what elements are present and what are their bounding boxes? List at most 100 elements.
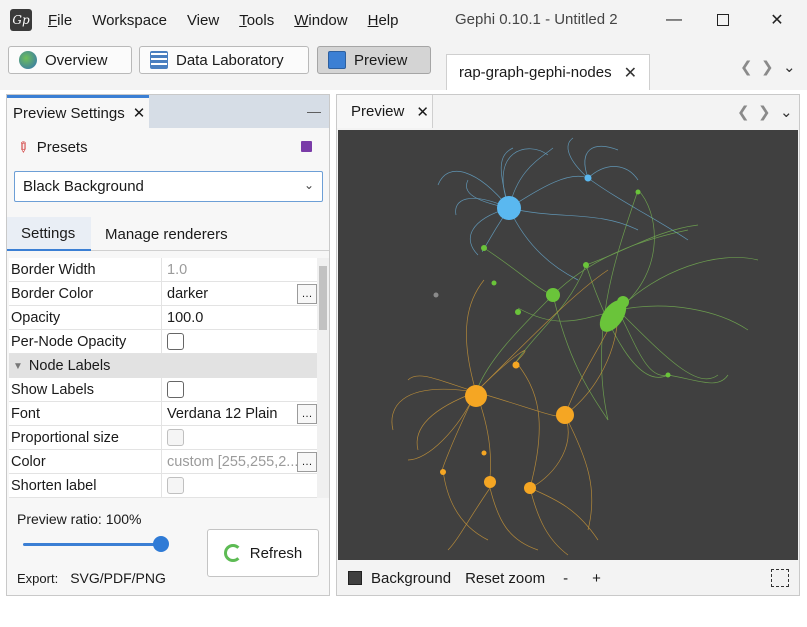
graph-node <box>491 280 497 286</box>
menu-window[interactable]: Window <box>294 12 347 29</box>
tab-settings[interactable]: Settings <box>7 217 91 251</box>
maximize-icon <box>717 14 729 26</box>
table-icon <box>150 51 168 69</box>
menu-workspace[interactable]: Workspace <box>92 12 167 29</box>
save-icon[interactable] <box>301 141 312 152</box>
tab-preview-settings[interactable]: Preview Settings ✕ <box>7 95 149 128</box>
network-graph <box>391 137 759 556</box>
chevron-right-icon[interactable]: ❯ <box>758 103 771 121</box>
settings-sub-tabs: Settings Manage renderers <box>7 217 329 251</box>
prop-opacity: Opacity 100.0 <box>9 306 317 330</box>
monitor-icon <box>328 51 346 69</box>
edges-blue <box>437 137 689 281</box>
color-value[interactable]: custom [255,255,2...… <box>162 450 317 473</box>
minimize-panel-button[interactable]: — <box>307 103 321 119</box>
property-scrollbar[interactable] <box>317 258 329 498</box>
close-window-button[interactable]: ✕ <box>754 6 800 34</box>
graph-node <box>484 476 496 488</box>
export-row: Export: SVG/PDF/PNG <box>17 570 166 586</box>
color-edit-button[interactable]: … <box>297 452 317 472</box>
scrollbar-thumb[interactable] <box>319 266 327 330</box>
per-node-opacity-checkbox[interactable] <box>167 333 184 350</box>
node-labels-category[interactable]: ▼ Node Labels <box>9 354 317 378</box>
close-icon[interactable]: ✕ <box>624 63 637 83</box>
nodes <box>433 174 671 494</box>
pencil-icon: ✎ <box>13 137 34 157</box>
graph-node <box>546 288 560 302</box>
graph-node <box>465 385 487 407</box>
font-edit-button[interactable]: … <box>297 404 317 424</box>
menu-help[interactable]: Help <box>368 12 399 29</box>
prop-border-width: Border Width 1.0 <box>9 258 317 282</box>
chevron-left-icon[interactable]: ❮ <box>737 103 750 121</box>
panel-tab-bar: Preview Settings ✕ — <box>7 95 329 128</box>
close-icon[interactable]: ✕ <box>133 104 146 122</box>
border-color-edit-button[interactable]: … <box>297 284 317 304</box>
close-icon[interactable]: ✕ <box>416 103 429 121</box>
graph-node <box>497 196 521 220</box>
presets-row: ✎ Presets <box>13 137 88 157</box>
prop-show-labels: Show Labels <box>9 378 317 402</box>
zoom-in-button[interactable]: + <box>592 570 601 587</box>
proportional-size-checkbox[interactable] <box>167 429 184 446</box>
menu-file[interactable]: File <box>48 12 72 29</box>
minimize-button[interactable]: — <box>651 6 697 34</box>
shorten-label-checkbox[interactable] <box>167 477 184 494</box>
property-sheet: Border Width 1.0 Border Color darker… Op… <box>9 258 317 498</box>
data-laboratory-button[interactable]: Data Laboratory <box>139 46 309 74</box>
tab-preview[interactable]: Preview ✕ <box>337 95 433 128</box>
prop-border-color: Border Color darker… <box>9 282 317 306</box>
background-button[interactable]: Background <box>371 570 451 587</box>
menu-tools[interactable]: Tools <box>239 12 274 29</box>
graph-node <box>556 406 574 424</box>
export-formats-link[interactable]: SVG/PDF/PNG <box>70 570 166 586</box>
chevron-down-icon: ▼ <box>13 360 23 372</box>
border-width-value[interactable]: 1.0 <box>162 258 317 281</box>
refresh-icon <box>223 544 242 562</box>
zoom-out-button[interactable]: - <box>563 570 568 587</box>
graph-node <box>481 245 487 251</box>
graph-node <box>584 174 592 182</box>
reset-zoom-button[interactable]: Reset zoom <box>465 570 545 587</box>
preview-ratio-slider[interactable] <box>23 543 163 546</box>
main-toolbar: Overview Data Laboratory Preview rap-gra… <box>0 40 807 90</box>
chevron-right-icon[interactable]: ❯ <box>761 58 774 76</box>
graph-preview-canvas[interactable] <box>338 130 798 560</box>
graph-node <box>440 469 446 475</box>
preview-button[interactable]: Preview <box>317 46 431 74</box>
opacity-value[interactable]: 100.0 <box>162 306 317 329</box>
tab-rap-graph-gephi-nodes[interactable]: rap-graph-gephi-nodes ✕ <box>446 54 650 90</box>
overview-button[interactable]: Overview <box>8 46 132 74</box>
graph-node <box>617 296 629 308</box>
graph-node <box>433 292 439 298</box>
background-color-swatch[interactable] <box>348 571 362 585</box>
prop-proportional-size: Proportional size <box>9 426 317 450</box>
window-title: Gephi 0.10.1 - Untitled 2 <box>455 11 618 28</box>
border-color-value[interactable]: darker… <box>162 282 317 305</box>
preview-bottom-bar: Background Reset zoom - + <box>337 561 799 595</box>
font-value[interactable]: Verdana 12 Plain… <box>162 402 317 425</box>
show-labels-checkbox[interactable] <box>167 381 184 398</box>
preview-panel: Preview ✕ ❮ ❯ ⌄ Background Reset zoom - … <box>336 94 800 596</box>
tab-manage-renderers[interactable]: Manage renderers <box>91 217 242 251</box>
graph-node <box>635 189 641 195</box>
maximize-button[interactable] <box>700 6 746 34</box>
gephi-logo-icon: Gp <box>10 9 32 31</box>
graph-node <box>481 450 487 456</box>
slider-handle[interactable] <box>153 536 169 552</box>
prop-shorten-label: Shorten label <box>9 474 317 498</box>
graph-node <box>583 262 589 268</box>
zoom-fit-icon[interactable] <box>771 569 789 587</box>
chevron-down-icon: ⌄ <box>303 178 314 192</box>
prop-font: Font Verdana 12 Plain… <box>9 402 317 426</box>
chevron-left-icon[interactable]: ❮ <box>740 58 753 76</box>
preset-select[interactable]: Black Background ⌄ <box>14 171 323 202</box>
prop-per-node-opacity: Per-Node Opacity <box>9 330 317 354</box>
globe-icon <box>19 51 37 69</box>
graph-node <box>515 309 521 315</box>
chevron-down-icon[interactable]: ⌄ <box>780 103 793 121</box>
chevron-down-icon[interactable]: ⌄ <box>783 58 796 76</box>
refresh-button[interactable]: Refresh <box>207 529 319 577</box>
prop-color: Color custom [255,255,2...… <box>9 450 317 474</box>
menu-view[interactable]: View <box>187 12 219 29</box>
